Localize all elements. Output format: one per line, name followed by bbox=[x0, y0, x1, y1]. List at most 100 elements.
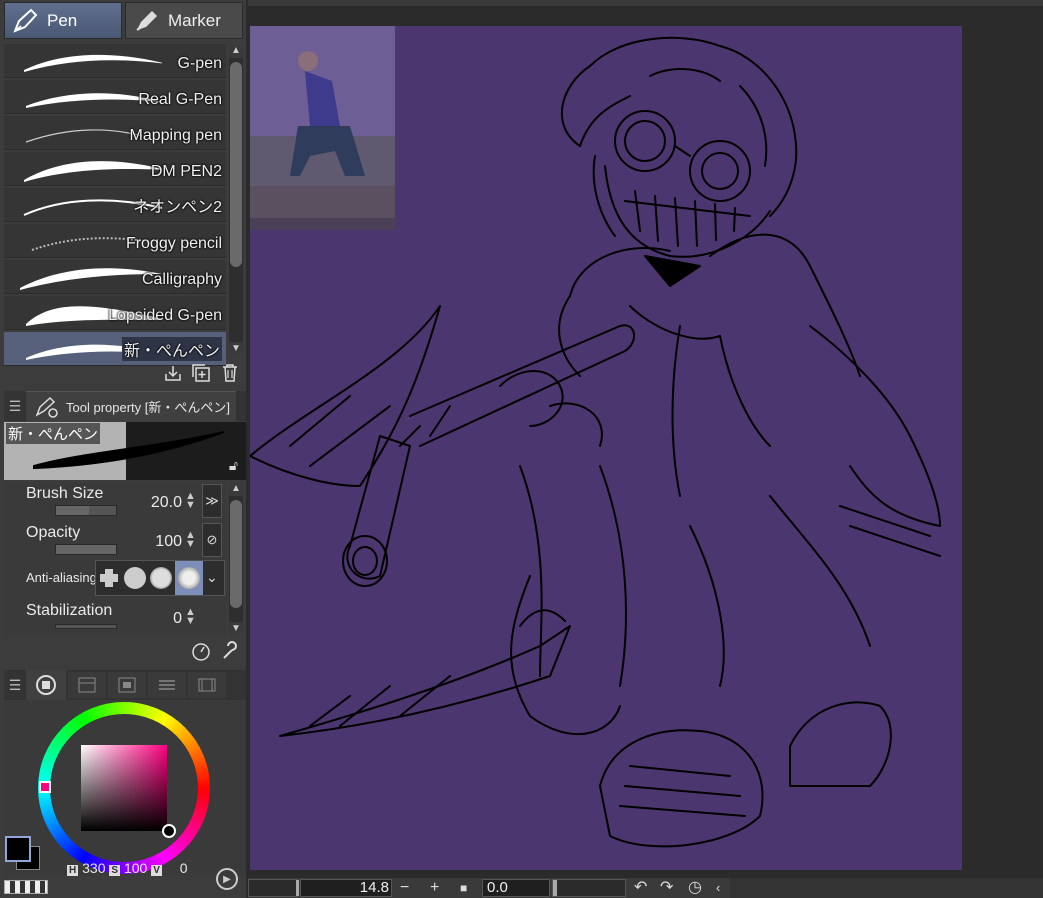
brush-size-label: Brush Size bbox=[26, 485, 104, 502]
reset-rotation-icon[interactable]: ◷ bbox=[688, 878, 702, 898]
brush-name: Froggy pencil bbox=[125, 235, 222, 252]
rotate-left-icon[interactable]: ↶ bbox=[634, 878, 647, 898]
sub-tool-detail-icon[interactable] bbox=[190, 640, 212, 662]
sketch-drawing bbox=[249, 26, 962, 870]
s-value: 100 bbox=[123, 860, 148, 876]
v-value: 0 bbox=[179, 860, 188, 876]
tab-marker[interactable]: Marker bbox=[125, 2, 243, 39]
scroll-thumb[interactable] bbox=[230, 500, 242, 608]
duplicate-brush-icon[interactable] bbox=[190, 362, 212, 384]
intermediate-color-tab[interactable] bbox=[108, 672, 146, 698]
rotate-right-icon[interactable]: ↷ bbox=[660, 878, 673, 898]
color-set-tab[interactable] bbox=[68, 672, 106, 698]
wrench-icon[interactable] bbox=[219, 640, 241, 662]
opacity-pressure-icon[interactable]: ⊘ bbox=[202, 523, 222, 557]
main-color-swatch[interactable] bbox=[5, 836, 31, 862]
brush-item-calligraphy[interactable]: Calligraphy bbox=[4, 260, 226, 294]
brush-name: Mapping pen bbox=[129, 127, 222, 144]
brush-item-real-g-pen[interactable]: Real G-Pen bbox=[4, 80, 226, 114]
lock-icon[interactable]: 🔓︎ bbox=[229, 457, 238, 474]
import-brush-icon[interactable] bbox=[162, 362, 184, 384]
chevron-down-icon[interactable]: ⌄ bbox=[206, 569, 218, 586]
play-icon[interactable]: ▶ bbox=[216, 868, 238, 890]
brush-preview: 新・ぺんペン 🔓︎ bbox=[4, 422, 246, 480]
stabilization-label: Stabilization bbox=[26, 602, 113, 619]
brush-list: G-pen Real G-Pen Mapping pen DM PEN2 ネオン… bbox=[4, 44, 226, 366]
navigator-bar: 14.8 − + ■ 0.0 ↶ ↷ ◷ ‹ bbox=[248, 878, 1043, 898]
brush-stroke-preview bbox=[24, 161, 162, 182]
scroll-up-icon[interactable]: ▲ bbox=[229, 44, 243, 58]
tool-property-scrollbar[interactable]: ▲ ▼ bbox=[229, 482, 243, 636]
angle-field[interactable]: 0.0 bbox=[482, 879, 550, 897]
canvas[interactable] bbox=[249, 26, 962, 870]
zoom-field[interactable]: 14.8 bbox=[300, 879, 392, 897]
stabilization-value[interactable]: 0 bbox=[134, 610, 182, 628]
brush-item-g-pen[interactable]: G-pen bbox=[4, 44, 226, 78]
marker-icon bbox=[136, 10, 157, 31]
brush-size-slider[interactable] bbox=[55, 505, 117, 516]
tool-property-title: Tool property [新・ぺんペン] bbox=[66, 400, 230, 415]
angle-slider-track[interactable] bbox=[552, 879, 626, 897]
brush-size-popup-icon[interactable]: ≫ bbox=[202, 484, 222, 518]
hue-picker-handle[interactable] bbox=[39, 781, 51, 793]
scroll-thumb[interactable] bbox=[230, 62, 242, 267]
zoom-slider-track[interactable] bbox=[248, 879, 299, 897]
antialiasing-weak-icon[interactable] bbox=[124, 567, 146, 589]
zoom-in-button[interactable]: + bbox=[430, 878, 439, 898]
brush-name: G-pen bbox=[177, 55, 222, 72]
horizontal-scrollbar[interactable] bbox=[730, 878, 1043, 898]
chevron-left-icon[interactable]: ‹ bbox=[716, 878, 720, 898]
color-wheel-tab-icon bbox=[36, 675, 56, 695]
stabilization-slider[interactable] bbox=[55, 624, 117, 629]
scroll-down-icon[interactable]: ▼ bbox=[229, 342, 243, 356]
color-wheel-tab[interactable] bbox=[26, 670, 66, 700]
tool-property-tab[interactable]: Tool property [新・ぺんペン] bbox=[26, 390, 236, 422]
reference-photo bbox=[250, 26, 395, 230]
transparent-color-icon[interactable] bbox=[4, 880, 48, 894]
intermediate-color-icon bbox=[118, 677, 136, 693]
color-panel-header: ☰ bbox=[4, 670, 246, 700]
antialiasing-strong-button[interactable] bbox=[175, 561, 203, 595]
brush-item-mapping-pen[interactable]: Mapping pen bbox=[4, 116, 226, 150]
brush-item-neon-pen2[interactable]: ネオンペン2 bbox=[4, 188, 226, 222]
panel-menu-icon[interactable]: ☰ bbox=[4, 677, 26, 694]
brush-item-shin-pen-pen[interactable]: 新・ぺんペン bbox=[4, 332, 226, 366]
antialiasing-medium-icon[interactable] bbox=[150, 567, 172, 589]
brush-size-value[interactable]: 20.0 bbox=[134, 494, 182, 512]
brush-size-spinner[interactable]: ▲ ▼ bbox=[185, 491, 196, 511]
opacity-value[interactable]: 100 bbox=[134, 533, 182, 551]
brush-item-froggy-pencil[interactable]: Froggy pencil bbox=[4, 224, 226, 258]
stabilization-spinner[interactable]: ▲ ▼ bbox=[185, 607, 196, 627]
brush-item-dm-pen2[interactable]: DM PEN2 bbox=[4, 152, 226, 186]
s-label: S bbox=[109, 865, 121, 876]
antialiasing-options: ⌄ bbox=[95, 560, 225, 596]
tab-pen[interactable]: Pen bbox=[4, 2, 122, 39]
panel-menu-icon[interactable]: ☰ bbox=[4, 398, 26, 415]
opacity-spinner[interactable]: ▲ ▼ bbox=[185, 530, 196, 550]
antialiasing-label: Anti-aliasing bbox=[26, 570, 96, 585]
brush-stroke-preview bbox=[24, 54, 162, 72]
color-history-icon bbox=[198, 678, 216, 692]
brush-item-lopsided-g-pen[interactable]: Lopsided G-pen bbox=[4, 296, 226, 330]
color-history-tab[interactable] bbox=[188, 672, 226, 698]
color-slider-tab[interactable] bbox=[148, 672, 186, 698]
brush-name: Lopsided G-pen bbox=[108, 307, 222, 324]
sv-picker-handle[interactable] bbox=[162, 824, 176, 838]
antialiasing-none-icon[interactable] bbox=[98, 567, 120, 589]
canvas-margin bbox=[962, 6, 1043, 878]
scroll-up-icon[interactable]: ▲ bbox=[229, 482, 243, 496]
opacity-slider[interactable] bbox=[55, 544, 117, 555]
delete-brush-icon[interactable] bbox=[219, 362, 241, 384]
zoom-out-button[interactable]: − bbox=[400, 878, 409, 898]
tool-property-list: Brush Size 20.0 ▲ ▼ ≫ Opacity 100 ▲ ▼ ⊘ An… bbox=[4, 482, 226, 636]
tool-property-header: ☰ Tool property [新・ぺんペン] bbox=[4, 390, 246, 422]
brush-stroke-preview bbox=[20, 268, 162, 290]
color-panel: H 330 S 100 V 0 ▶ bbox=[4, 700, 246, 890]
saturation-value-square[interactable] bbox=[81, 745, 167, 831]
brush-list-scrollbar[interactable]: ▲ ▼ bbox=[229, 44, 243, 356]
brush-name: DM PEN2 bbox=[150, 163, 222, 180]
left-panel: Pen Marker G-pen Real G-Pen Mapping pen … bbox=[0, 0, 246, 898]
brush-name: 新・ぺんペン bbox=[121, 337, 222, 361]
fit-stop-icon[interactable]: ■ bbox=[460, 878, 467, 898]
scroll-down-icon[interactable]: ▼ bbox=[229, 622, 243, 636]
